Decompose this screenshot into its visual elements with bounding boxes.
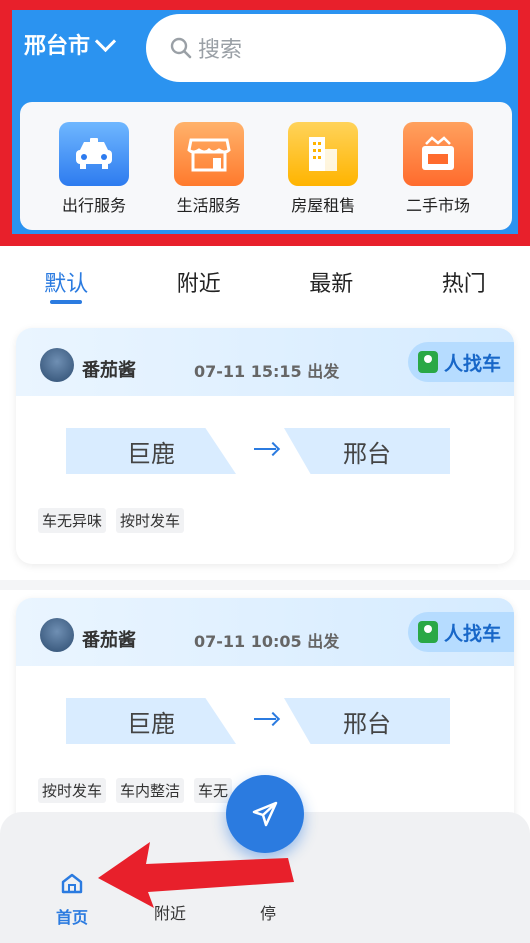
route-to: 邢台 — [284, 698, 450, 744]
user-name: 番茄酱 — [82, 360, 136, 381]
category-panel: 出行服务 生活服务 房屋租售 二手市场 — [20, 102, 512, 230]
person-icon — [418, 621, 438, 643]
ride-card-header: 番茄酱 07-11 10:05 出发 人找车 — [16, 598, 514, 666]
send-icon — [252, 801, 278, 827]
category-label: 生活服务 — [176, 196, 241, 215]
home-icon — [61, 873, 83, 894]
ride-tags: 车无异味 按时发车 — [38, 508, 185, 533]
category-life[interactable]: 生活服务 — [159, 122, 259, 230]
avatar — [40, 618, 74, 652]
category-second-hand[interactable]: 二手市场 — [388, 122, 488, 230]
search-placeholder: 搜索 — [198, 38, 243, 63]
category-travel[interactable]: 出行服务 — [44, 122, 144, 230]
departure-time: 07-11 15:15 出发 — [194, 362, 340, 381]
chevron-down-icon — [94, 30, 117, 52]
route: 巨鹿 邢台 — [16, 428, 514, 476]
search-bar[interactable]: 搜索 — [146, 14, 506, 82]
route-to: 邢台 — [284, 428, 450, 474]
route-from: 巨鹿 — [66, 428, 236, 474]
ride-card[interactable]: 番茄酱 07-11 15:15 出发 人找车 巨鹿 邢台 车无异味 按时发车 — [16, 328, 514, 564]
arrow-right-icon — [254, 718, 276, 720]
person-icon — [418, 351, 438, 373]
category-label: 房屋租售 — [291, 196, 356, 215]
second-hand-icon — [402, 122, 473, 186]
departure-time: 07-11 10:05 出发 — [194, 632, 340, 651]
ride-tags: 按时发车 车内整洁 车无 — [38, 778, 233, 803]
shop-icon — [173, 122, 244, 186]
tab-latest[interactable]: 最新 — [309, 256, 353, 306]
ride-type-badge: 人找车 — [408, 612, 514, 652]
ride-tag: 按时发车 — [38, 778, 107, 803]
category-housing[interactable]: 房屋租售 — [273, 122, 373, 230]
city-label: 邢台市 — [24, 34, 91, 59]
arrow-annotation-icon — [98, 842, 294, 908]
ride-tag: 车无 — [194, 778, 233, 803]
ride-tag: 车内整洁 — [116, 778, 185, 803]
tab-nearby[interactable]: 附近 — [177, 256, 221, 306]
avatar — [40, 348, 74, 382]
building-icon — [288, 122, 359, 186]
route-from: 巨鹿 — [66, 698, 236, 744]
header: 邢台市 搜索 出行服务 生活服务 房屋租售 二手市场 — [0, 0, 530, 246]
ride-tag: 按时发车 — [116, 508, 185, 533]
category-label: 二手市场 — [405, 196, 470, 215]
user-name: 番茄酱 — [82, 630, 136, 651]
filter-tabs: 默认 附近 最新 热门 — [0, 256, 530, 306]
arrow-right-icon — [254, 448, 276, 450]
category-label: 出行服务 — [61, 196, 126, 215]
ride-type-badge: 人找车 — [408, 342, 514, 382]
ride-card-header: 番茄酱 07-11 15:15 出发 人找车 — [16, 328, 514, 396]
route: 巨鹿 邢台 — [16, 698, 514, 746]
city-selector[interactable]: 邢台市 — [24, 28, 117, 60]
ride-type-label: 人找车 — [444, 622, 502, 645]
divider — [0, 580, 530, 590]
tab-default[interactable]: 默认 — [44, 256, 88, 306]
ride-type-label: 人找车 — [444, 352, 502, 375]
search-icon — [170, 37, 192, 59]
tab-hot[interactable]: 热门 — [442, 256, 486, 306]
taxi-icon — [59, 122, 129, 186]
ride-tag: 车无异味 — [38, 508, 107, 533]
